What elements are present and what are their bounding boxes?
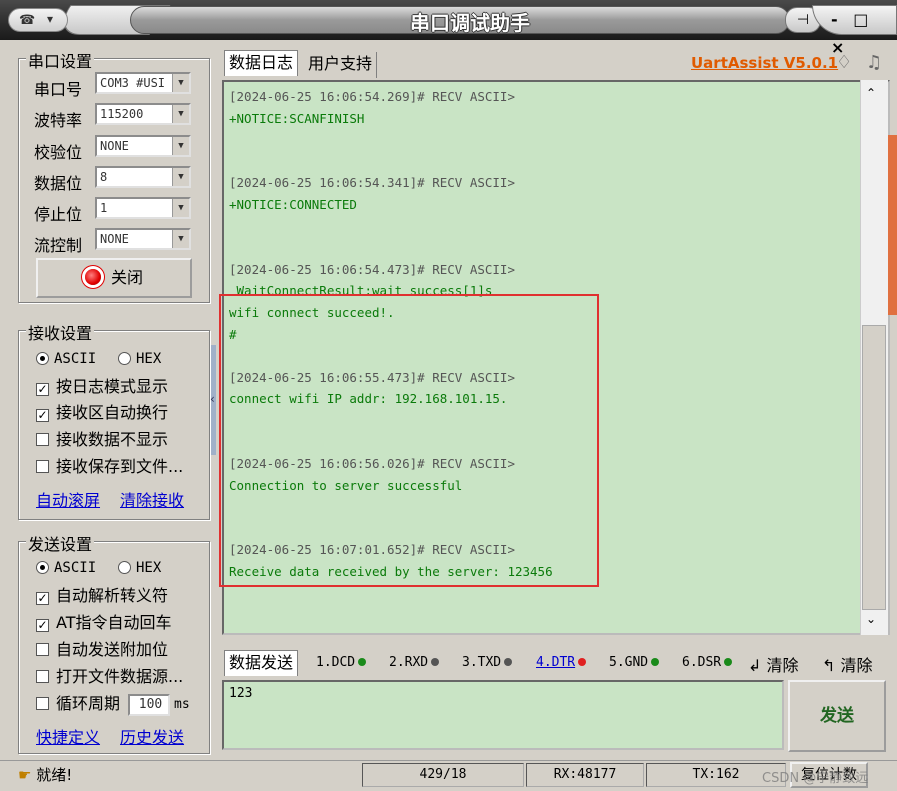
signal-dsr: 6.DSR <box>682 655 733 670</box>
escape-checkbox[interactable]: ✓ 自动解析转义符 <box>36 585 168 607</box>
status-rx: RX:48177 <box>526 763 644 787</box>
tab-data-send[interactable]: 数据发送 <box>224 650 299 676</box>
clear-send-button[interactable]: ↲ 清除 <box>748 652 799 676</box>
send-input[interactable]: 123 <box>222 680 784 750</box>
signal-txd: 3.TXD <box>462 655 513 670</box>
app-menu-button[interactable]: ☎ ▾ <box>8 8 68 32</box>
close-port-button[interactable]: 关闭 <box>36 258 192 298</box>
clear-all-button[interactable]: ↰ 清除 <box>822 652 873 676</box>
signal-rxd: 2.RXD <box>389 655 440 670</box>
flow-select[interactable]: NONE ▼ <box>95 228 191 250</box>
databits-select[interactable]: 8 ▼ <box>95 166 191 188</box>
watermark: CSDN @宁静致远 <box>762 771 869 786</box>
signal-label: 2.RXD <box>389 655 429 670</box>
signal-gnd: 5.GND <box>609 655 660 670</box>
history-link[interactable]: 历史发送 <box>120 724 184 748</box>
signal-label: 1.DCD <box>316 655 356 670</box>
log-header: [2024-06-25 16:06:54.269]# RECV ASCII> <box>229 89 515 104</box>
port-label: 串口号 <box>34 80 83 99</box>
signal-dcd: 1.DCD <box>316 655 367 670</box>
save-to-file-checkbox[interactable]: 接收保存到文件... <box>36 456 183 478</box>
receive-settings-title: 接收设置 <box>26 320 95 344</box>
baud-label: 波特率 <box>34 111 83 130</box>
red-led-icon <box>84 269 101 285</box>
append-checkbox[interactable]: 自动发送附加位 <box>36 639 168 661</box>
signal-led-icon <box>431 658 440 666</box>
status-ready: ☛ 就绪! <box>18 766 73 784</box>
signal-led-icon <box>578 658 587 666</box>
hand-icon: ☛ <box>18 766 37 784</box>
clear-receive-link[interactable]: 清除接收 <box>120 487 184 511</box>
version-link[interactable]: UartAssist V5.0.1 <box>691 54 838 72</box>
no-display-checkbox[interactable]: 接收数据不显示 <box>36 429 168 451</box>
signal-led-icon <box>358 658 367 666</box>
receive-ascii-radio[interactable]: ASCII <box>36 348 96 370</box>
log-data-line: +NOTICE:CONNECTED <box>229 196 357 212</box>
cycle-checkbox[interactable]: 循环周期 <box>36 693 120 715</box>
open-file-checkbox[interactable]: 打开文件数据源... <box>36 666 183 688</box>
signal-label: 5.GND <box>609 655 649 670</box>
log-data-line: +NOTICE:SCANFINISH <box>229 110 365 126</box>
chevron-down-icon: ▼ <box>172 105 189 123</box>
port-select[interactable]: COM3 #USI ▼ <box>95 72 191 94</box>
send-button[interactable]: 发送 <box>788 680 886 752</box>
stopbits-select[interactable]: 1 ▼ <box>95 197 191 219</box>
databits-label: 数据位 <box>34 174 83 193</box>
scroll-indicator <box>888 135 897 315</box>
send-ascii-radio[interactable]: ASCII <box>36 557 96 579</box>
auto-wrap-checkbox[interactable]: ✓ 接收区自动换行 <box>36 402 168 424</box>
serial-settings-title: 串口设置 <box>26 48 95 72</box>
log-mode-checkbox[interactable]: ✓ 按日志模式显示 <box>36 376 168 398</box>
chevron-down-icon: ▼ <box>172 230 189 248</box>
signal-label: 6.DSR <box>682 655 722 670</box>
chevron-down-icon: ▾ <box>47 12 54 26</box>
shortcuts-link[interactable]: 快捷定义 <box>36 724 100 748</box>
parity-label: 校验位 <box>34 143 83 162</box>
signal-label: 4.DTR <box>536 655 576 670</box>
chevron-down-icon: ▼ <box>172 74 189 92</box>
scroll-thumb[interactable] <box>862 325 886 610</box>
log-header: [2024-06-25 16:06:54.473]# RECV ASCII> <box>229 261 515 277</box>
chevron-down-icon: ▼ <box>172 137 189 155</box>
at-cr-checkbox[interactable]: ✓ AT指令自动回车 <box>36 612 171 634</box>
signal-led-icon <box>724 658 733 666</box>
signal-dtr[interactable]: 4.DTR <box>536 655 587 670</box>
chevron-down-icon[interactable]: ⌄ <box>866 612 876 626</box>
tab-data-log[interactable]: 数据日志 <box>224 50 299 76</box>
signal-led-icon <box>504 658 513 666</box>
stopbits-label: 停止位 <box>34 205 83 224</box>
signal-led-icon <box>651 658 660 666</box>
chevron-left-icon[interactable]: ‹ <box>210 392 215 406</box>
tab-user-support[interactable]: 用户支持 <box>304 52 378 78</box>
receive-hex-radio[interactable]: HEX <box>118 348 161 370</box>
bell-icon[interactable]: ♫ <box>866 52 882 73</box>
chevron-up-icon[interactable]: ⌃ <box>866 86 876 100</box>
flow-label: 流控制 <box>34 236 83 255</box>
send-settings-title: 发送设置 <box>26 531 95 555</box>
chevron-down-icon: ▼ <box>172 168 189 186</box>
cycle-unit: ms <box>174 697 190 712</box>
send-hex-radio[interactable]: HEX <box>118 557 161 579</box>
clear-arrow-icon: ↲ <box>748 656 767 675</box>
app-logo-icon: ☎ <box>19 13 36 28</box>
auto-scroll-link[interactable]: 自动滚屏 <box>36 487 100 511</box>
baud-select[interactable]: 115200 ▼ <box>95 103 191 125</box>
status-counter: 429/18 <box>362 763 524 787</box>
signal-label: 3.TXD <box>462 655 502 670</box>
clear-arrow-icon: ↰ <box>822 656 841 675</box>
diamond-icon[interactable]: ♢ <box>836 52 852 73</box>
parity-select[interactable]: NONE ▼ <box>95 135 191 157</box>
chevron-down-icon: ▼ <box>172 199 189 217</box>
cycle-input[interactable]: 100 <box>128 694 170 716</box>
window-title: 串口调试助手 <box>410 11 530 35</box>
highlight-box <box>219 294 599 587</box>
log-header: [2024-06-25 16:06:54.341]# RECV ASCII> <box>229 175 515 191</box>
